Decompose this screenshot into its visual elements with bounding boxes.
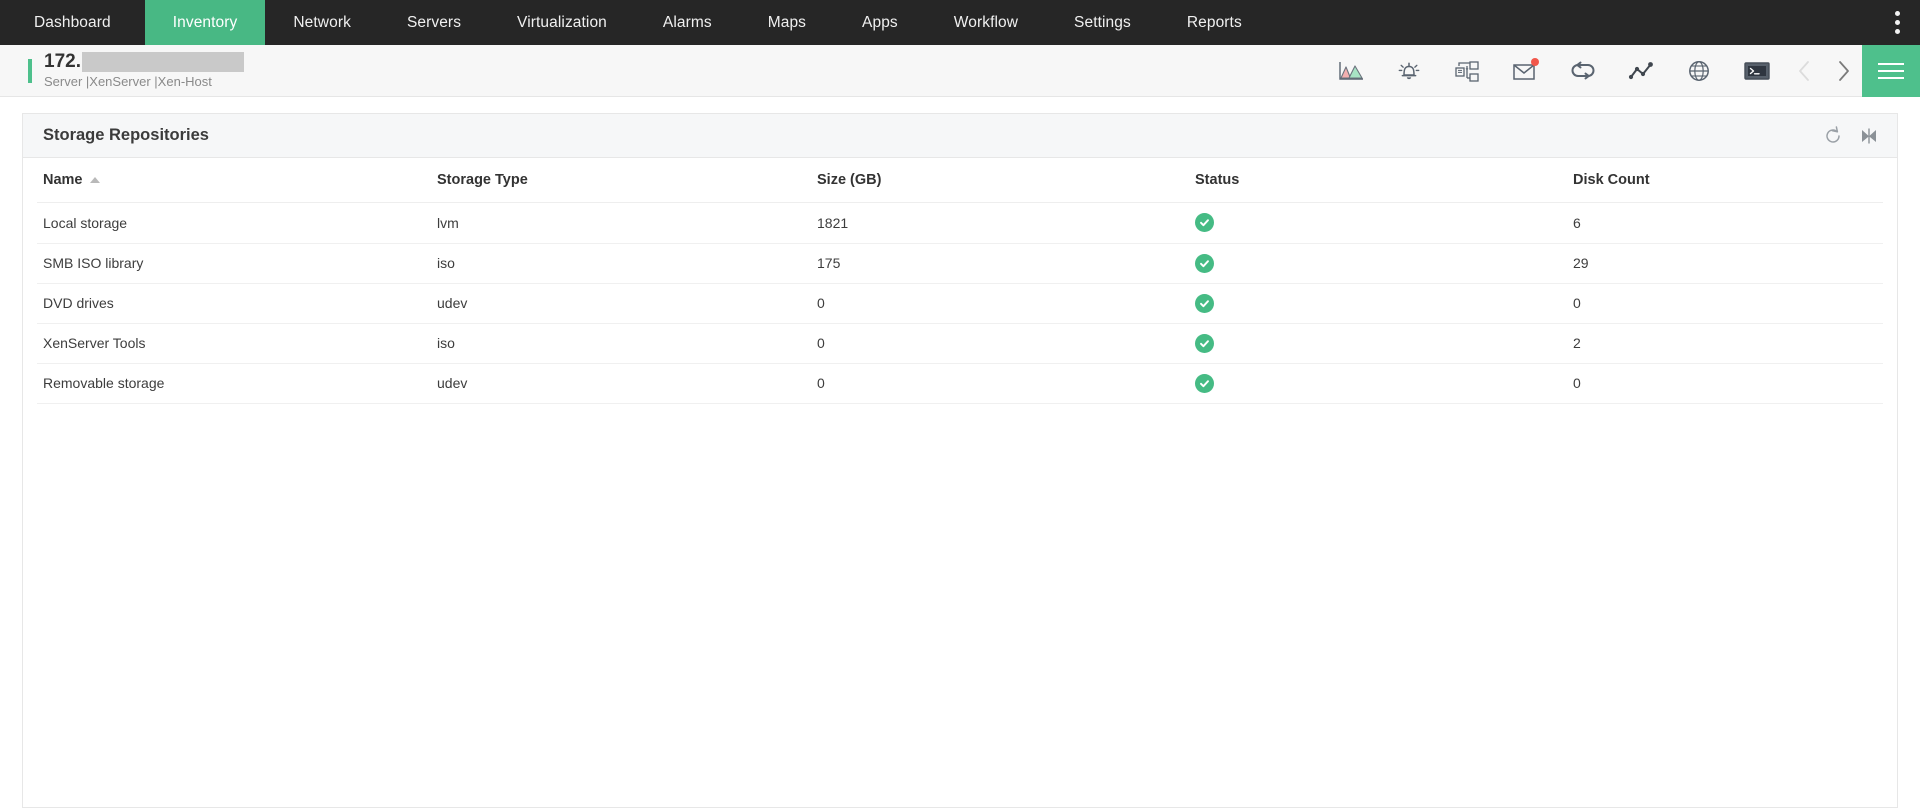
- column-header-label: Disk Count: [1573, 172, 1650, 188]
- column-header-label: Status: [1195, 172, 1240, 188]
- table-header-region: Name Storage Type Size (GB) Status Disk Coun…: [23, 158, 1897, 203]
- table-header-row: Name Storage Type Size (GB) Status Disk Coun…: [37, 158, 1883, 203]
- table-row[interactable]: Local storage lvm 1821 6: [37, 203, 1883, 244]
- page-content: Storage Repositories Name Storage Type S…: [0, 97, 1920, 808]
- device-ip-redacted: [81, 51, 244, 72]
- cell-status: [1195, 323, 1573, 364]
- prev-device-button[interactable]: [1786, 45, 1824, 97]
- column-header-size[interactable]: Size (GB): [817, 158, 1195, 203]
- mail-badge-dot: [1531, 57, 1539, 66]
- cell-size: 175: [817, 243, 1195, 284]
- terminal-icon[interactable]: [1728, 45, 1786, 97]
- device-identity: 172. Server |XenServer |Xen-Host: [0, 50, 244, 90]
- nav-item-alarms[interactable]: Alarms: [635, 0, 740, 45]
- column-header-label: Name: [43, 172, 83, 188]
- card-header: Storage Repositories: [23, 114, 1897, 158]
- cell-name: Local storage: [37, 203, 437, 244]
- nav-item-inventory[interactable]: Inventory: [144, 0, 266, 45]
- column-header-name[interactable]: Name: [37, 158, 437, 203]
- cell-name: Removable storage: [37, 363, 437, 404]
- cell-status: [1195, 243, 1573, 284]
- status-ok-icon: [1195, 333, 1214, 353]
- kebab-menu-icon[interactable]: [1874, 0, 1920, 45]
- cell-status: [1195, 363, 1573, 404]
- device-header: 172. Server |XenServer |Xen-Host: [0, 44, 1920, 97]
- cell-disk: 6: [1573, 203, 1883, 244]
- table-body-region: Local storage lvm 1821 6 SMB ISO library iso 1…: [23, 203, 1897, 807]
- hamburger-menu-icon[interactable]: [1862, 44, 1920, 97]
- next-device-button[interactable]: [1824, 45, 1862, 97]
- trend-line-icon[interactable]: [1612, 45, 1670, 97]
- sort-ascending-icon[interactable]: [89, 177, 100, 183]
- cell-disk: 29: [1573, 243, 1883, 284]
- alarm-bell-icon[interactable]: [1380, 45, 1438, 97]
- cell-name: DVD drives: [37, 283, 437, 324]
- cell-name: SMB ISO library: [37, 243, 437, 284]
- status-ok-icon: [1195, 213, 1214, 233]
- cell-size: 0: [817, 363, 1195, 404]
- column-header-type[interactable]: Storage Type: [437, 158, 817, 203]
- cell-disk: 0: [1573, 363, 1883, 404]
- cell-type: udev: [437, 283, 817, 324]
- nav-item-apps[interactable]: Apps: [834, 0, 926, 45]
- nav-item-reports[interactable]: Reports: [1159, 0, 1270, 45]
- cell-type: iso: [437, 243, 817, 284]
- cell-type: iso: [437, 323, 817, 364]
- device-subtitle-text: Server |XenServer |Xen-Host: [44, 73, 212, 89]
- cell-disk: 0: [1573, 283, 1883, 324]
- cell-status: [1195, 203, 1573, 244]
- top-navigation: Dashboard Inventory Network Servers Virtuali…: [0, 0, 1920, 45]
- cell-size: 1821: [817, 203, 1195, 244]
- status-ok-icon: [1195, 293, 1214, 313]
- cell-status: [1195, 283, 1573, 324]
- page-title: Storage Repositories: [43, 126, 209, 144]
- nav-item-virtualization[interactable]: Virtualization: [489, 0, 635, 45]
- mail-icon[interactable]: [1496, 45, 1554, 97]
- nav-item-workflow[interactable]: Workflow: [926, 0, 1046, 45]
- status-ok-icon: [1195, 373, 1214, 393]
- cell-size: 0: [817, 323, 1195, 364]
- workflow-icon[interactable]: [1438, 45, 1496, 97]
- device-subtitle: Server |XenServer |Xen-Host: [44, 74, 244, 90]
- globe-icon[interactable]: [1670, 45, 1728, 97]
- device-toolbar: [1322, 44, 1920, 97]
- refresh-history-icon[interactable]: [1823, 125, 1843, 146]
- device-title: 172.: [44, 50, 244, 72]
- collapse-icon[interactable]: [1859, 126, 1879, 146]
- cell-name: XenServer Tools: [37, 323, 437, 364]
- device-accent-bar: [28, 58, 32, 83]
- cell-size: 0: [817, 283, 1195, 324]
- storage-table: Local storage lvm 1821 6 SMB ISO library iso 1…: [37, 203, 1883, 404]
- device-ip-prefix: 172.: [44, 50, 81, 72]
- nav-item-settings[interactable]: Settings: [1046, 0, 1159, 45]
- cell-type: udev: [437, 363, 817, 404]
- nav-item-dashboard[interactable]: Dashboard: [0, 0, 145, 45]
- performance-chart-icon[interactable]: [1322, 45, 1380, 97]
- card-actions: [1823, 125, 1879, 146]
- column-header-disk[interactable]: Disk Count: [1573, 158, 1883, 203]
- nav-item-network[interactable]: Network: [265, 0, 379, 45]
- table-row[interactable]: Removable storage udev 0 0: [37, 363, 1883, 404]
- nav-item-servers[interactable]: Servers: [379, 0, 489, 45]
- table-row[interactable]: DVD drives udev 0 0: [37, 283, 1883, 324]
- status-ok-icon: [1195, 253, 1214, 273]
- column-header-label: Size (GB): [817, 172, 882, 188]
- nav-item-maps[interactable]: Maps: [740, 0, 834, 45]
- storage-repositories-card: Storage Repositories Name Storage Type S…: [22, 113, 1898, 808]
- storage-table-header: Name Storage Type Size (GB) Status Disk Coun…: [37, 158, 1883, 203]
- column-header-status[interactable]: Status: [1195, 158, 1573, 203]
- link-loop-icon[interactable]: [1554, 45, 1612, 97]
- cell-disk: 2: [1573, 323, 1883, 364]
- table-row[interactable]: XenServer Tools iso 0 2: [37, 323, 1883, 364]
- column-header-label: Storage Type: [437, 172, 528, 188]
- cell-type: lvm: [437, 203, 817, 244]
- table-row[interactable]: SMB ISO library iso 175 29: [37, 243, 1883, 284]
